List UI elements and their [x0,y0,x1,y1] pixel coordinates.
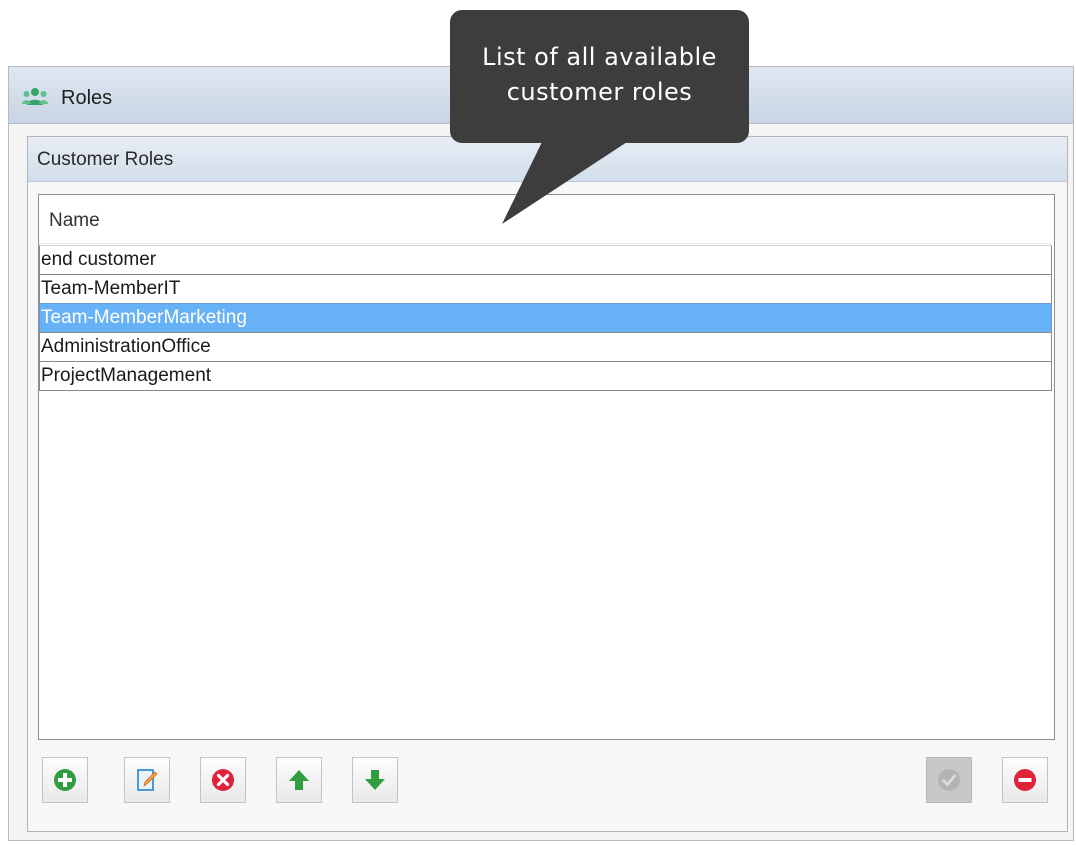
edit-button[interactable] [124,757,170,803]
table-row[interactable]: end customer [39,245,1052,275]
remove-button[interactable] [1002,757,1048,803]
tooltip-line-2: customer roles [506,78,693,106]
confirm-button[interactable] [926,757,972,803]
roles-grid[interactable]: Name end customer Team-MemberIT Team-Mem… [38,194,1055,740]
delete-button[interactable] [200,757,246,803]
move-down-button[interactable] [352,757,398,803]
roles-list: end customer Team-MemberIT Team-MemberMa… [39,245,1052,391]
table-row[interactable]: Team-MemberIT [39,274,1052,304]
confirm-icon [938,769,960,791]
arrow-down-icon [365,770,385,790]
tooltip-line-1: List of all available [482,43,717,71]
move-up-button[interactable] [276,757,322,803]
remove-icon [1014,769,1036,791]
edit-icon [137,769,158,791]
delete-icon [212,769,234,791]
group-title: Customer Roles [37,149,174,170]
table-row-selected[interactable]: Team-MemberMarketing [39,303,1052,333]
customer-roles-group: Customer Roles Name end customer Team-Me… [27,136,1068,832]
table-row[interactable]: ProjectManagement [39,361,1052,391]
add-button[interactable] [42,757,88,803]
callout-pointer [502,142,627,224]
window-title: Roles [61,87,113,109]
arrow-up-icon [289,770,309,790]
callout-tooltip: List of all available customer roles [450,10,749,143]
table-row[interactable]: AdministrationOffice [39,332,1052,362]
column-header-label: Name [49,210,100,231]
add-icon [54,769,76,791]
users-icon [22,88,48,105]
